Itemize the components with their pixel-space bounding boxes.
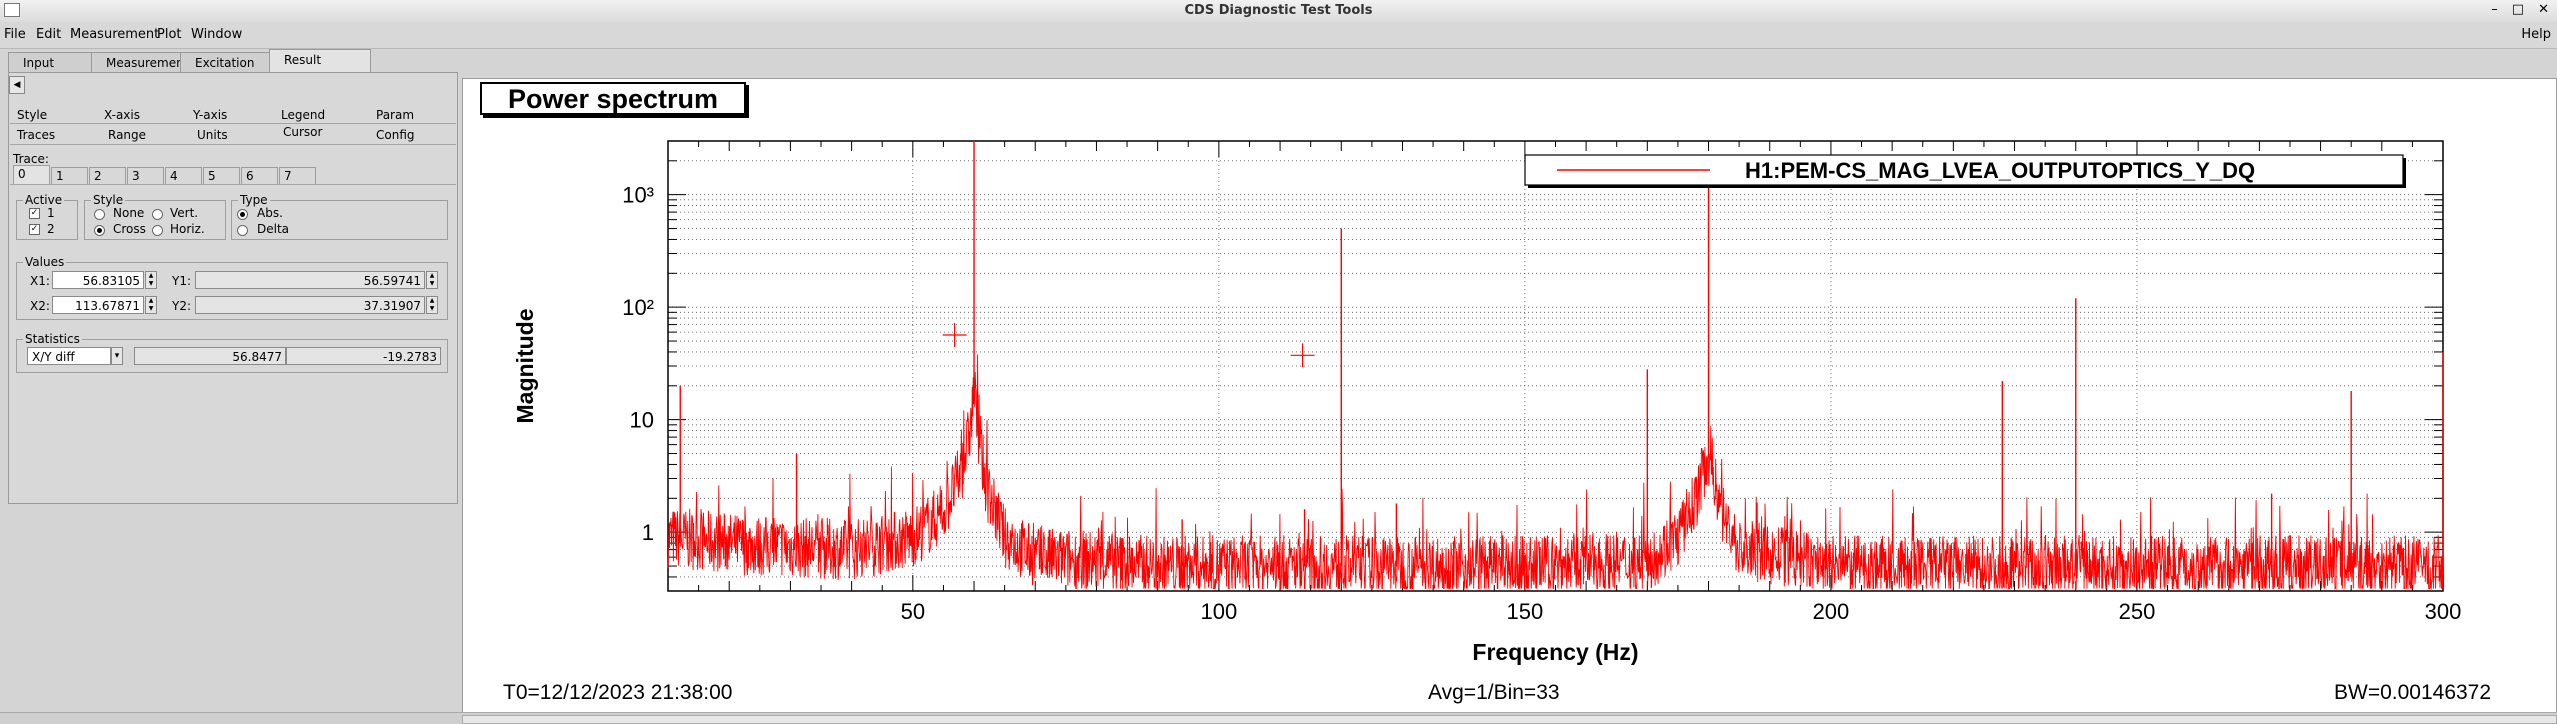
y-tick-label: 1 xyxy=(642,520,654,545)
horizontal-scrollbar[interactable] xyxy=(0,712,2557,724)
spectrum-line xyxy=(667,354,2444,591)
power-spectrum-plot: 50 100 150 200 250 300 1 10 10² 10³ Frequency (Hz)… xyxy=(512,140,2462,665)
footer-bw: BW=0.00146372 xyxy=(2334,681,2492,704)
legend-label: H1:PEM-CS_MAG_LVEA_OUTPUTOPTICS_Y_DQ xyxy=(1745,158,2255,183)
x-tick-label: 150 xyxy=(1507,599,1544,624)
x-tick-label: 100 xyxy=(1201,599,1238,624)
x-tick-label: 50 xyxy=(901,599,925,624)
plot-title: Power spectrum xyxy=(480,82,746,115)
y-axis-label: Magnitude xyxy=(512,309,538,424)
x-tick-label: 200 xyxy=(1813,599,1850,624)
x-tick-label: 250 xyxy=(2119,599,2156,624)
footer-avg-bin: Avg=1/Bin=33 xyxy=(1428,681,1560,704)
footer-t0: T0=12/12/2023 21:38:00 xyxy=(503,681,733,704)
y-tick-label: 10² xyxy=(622,295,654,320)
x-tick-label: 300 xyxy=(2425,599,2462,624)
x-axis-label: Frequency (Hz) xyxy=(1472,639,1638,665)
y-tick-label: 10 xyxy=(630,408,654,433)
y-tick-label: 10³ xyxy=(622,183,654,208)
